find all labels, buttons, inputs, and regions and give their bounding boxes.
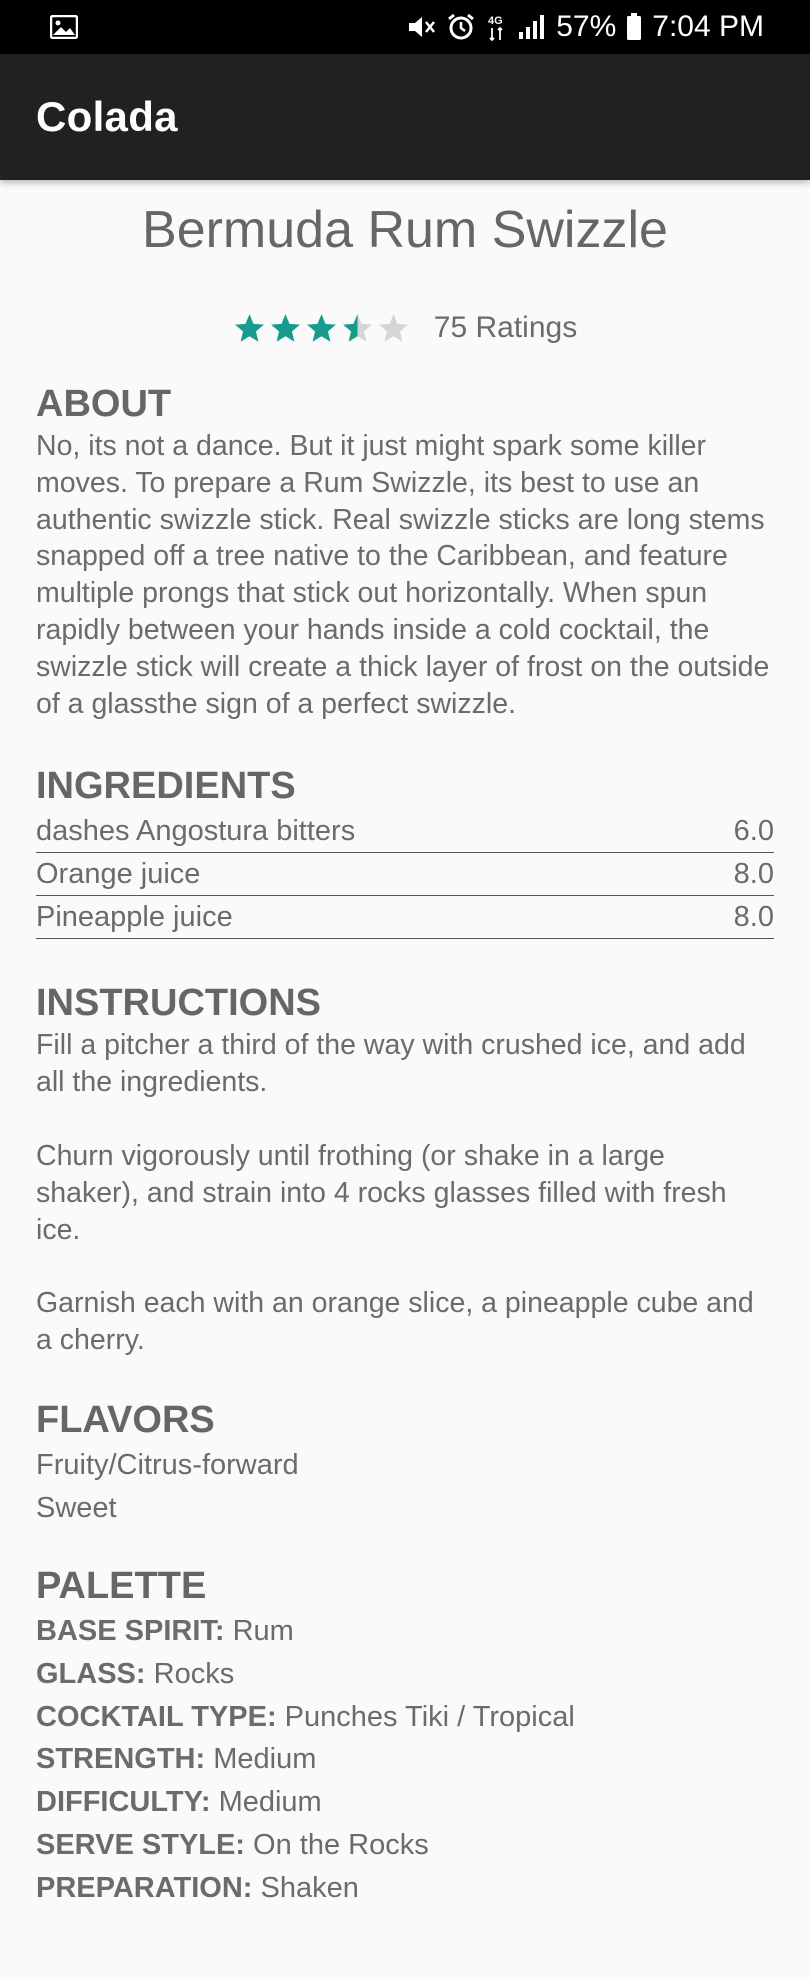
palette-row-base-spirit: BASE SPIRIT: Rum xyxy=(36,1610,774,1653)
palette-value: On the Rocks xyxy=(253,1828,429,1861)
palette-value: Rocks xyxy=(153,1657,235,1690)
instruction-paragraph: Churn vigorously until frothing (or shak… xyxy=(36,1139,727,1246)
svg-text:4G: 4G xyxy=(488,15,503,27)
palette-value: Medium xyxy=(213,1743,317,1776)
palette-heading: PALETTE xyxy=(36,1564,207,1607)
status-bar: 4G 57% 7:04 PM xyxy=(0,0,810,54)
palette-value: Medium xyxy=(218,1786,322,1819)
lte-icon: 4G xyxy=(486,12,508,42)
ingredients-list: dashes Angostura bitters 6.0 Orange juic… xyxy=(36,810,774,940)
palette-row-strength: STRENGTH: Medium xyxy=(36,1738,774,1781)
palette-label: PREPARATION: xyxy=(36,1871,253,1904)
palette-value: Rum xyxy=(232,1614,294,1647)
instructions-heading: INSTRUCTIONS xyxy=(36,982,321,1025)
alarm-icon xyxy=(446,12,476,42)
mute-icon xyxy=(406,13,436,41)
star-icon[interactable] xyxy=(305,312,338,345)
clock: 7:04 PM xyxy=(652,10,764,43)
star-icon[interactable] xyxy=(269,312,302,345)
ingredient-row: dashes Angostura bitters 6.0 xyxy=(36,810,774,854)
palette-label: GLASS: xyxy=(36,1657,146,1690)
star-icon[interactable] xyxy=(341,312,374,345)
about-heading: ABOUT xyxy=(36,383,172,425)
star-icon[interactable] xyxy=(233,312,266,345)
drink-title: Bermuda Rum Swizzle xyxy=(142,201,668,259)
battery-percent: 57% xyxy=(556,10,617,43)
app-title: Colada xyxy=(36,93,178,140)
ingredient-amount: 6.0 xyxy=(733,814,774,847)
ingredient-row: Pineapple juice 8.0 xyxy=(36,896,774,940)
ingredient-amount: 8.0 xyxy=(733,900,774,933)
palette-label: SERVE STYLE: xyxy=(36,1828,245,1861)
rating-stars[interactable] xyxy=(233,312,410,345)
ingredients-section: INGREDIENTS dashes Angostura bitters 6.0… xyxy=(36,762,774,940)
star-icon[interactable] xyxy=(377,312,410,345)
ingredient-name: dashes Angostura bitters xyxy=(36,814,356,847)
instruction-paragraph: Garnish each with an orange slice, a pin… xyxy=(36,1287,754,1357)
ingredient-name: Orange juice xyxy=(36,857,201,890)
battery-icon xyxy=(626,13,642,41)
app-bar: Colada xyxy=(0,54,810,180)
flavors-section: FLAVORS Fruity/Citrus-forward Sweet xyxy=(36,1396,774,1530)
palette-row-difficulty: DIFFICULTY: Medium xyxy=(36,1781,774,1824)
palette-label: COCKTAIL TYPE: xyxy=(36,1700,277,1733)
palette-row-cocktail-type: COCKTAIL TYPE: Punches Tiki / Tropical xyxy=(36,1696,774,1739)
ingredients-heading: INGREDIENTS xyxy=(36,765,296,808)
palette-value: Shaken xyxy=(260,1871,359,1904)
instruction-paragraph: Fill a pitcher a third of the way with c… xyxy=(36,1029,746,1099)
ingredient-amount: 8.0 xyxy=(733,857,774,890)
palette-row-glass: GLASS: Rocks xyxy=(36,1653,774,1696)
flavors-heading: FLAVORS xyxy=(36,1398,215,1441)
palette-row-serve-style: SERVE STYLE: On the Rocks xyxy=(36,1824,774,1867)
palette-value: Punches Tiki / Tropical xyxy=(284,1700,575,1733)
instructions-section: INSTRUCTIONS Fill a pitcher a third of t… xyxy=(36,979,774,1359)
signal-icon xyxy=(518,14,546,40)
palette-section: PALETTE BASE SPIRIT: Rum GLASS: Rocks CO… xyxy=(36,1562,774,1910)
palette-label: DIFFICULTY: xyxy=(36,1786,211,1819)
drink-detail-content: Bermuda Rum Swizzle 75 Ratings ABOUT No,… xyxy=(36,180,774,1910)
flavor-item: Sweet xyxy=(36,1491,117,1524)
ingredient-row: Orange juice 8.0 xyxy=(36,853,774,897)
image-icon xyxy=(50,15,78,39)
rating-row: 75 Ratings xyxy=(36,306,774,350)
ratings-count: 75 Ratings xyxy=(433,311,578,344)
palette-label: STRENGTH: xyxy=(36,1743,206,1776)
ingredient-name: Pineapple juice xyxy=(36,900,233,933)
status-right: 4G 57% 7:04 PM xyxy=(406,10,764,44)
palette-row-preparation: PREPARATION: Shaken xyxy=(36,1867,774,1910)
status-left xyxy=(50,15,78,39)
palette-label: BASE SPIRIT: xyxy=(36,1614,225,1647)
about-section: ABOUT No, its not a dance. But it just m… xyxy=(36,380,774,722)
about-text: No, its not a dance. But it just might s… xyxy=(36,430,770,720)
flavor-item: Fruity/Citrus-forward xyxy=(36,1448,299,1481)
